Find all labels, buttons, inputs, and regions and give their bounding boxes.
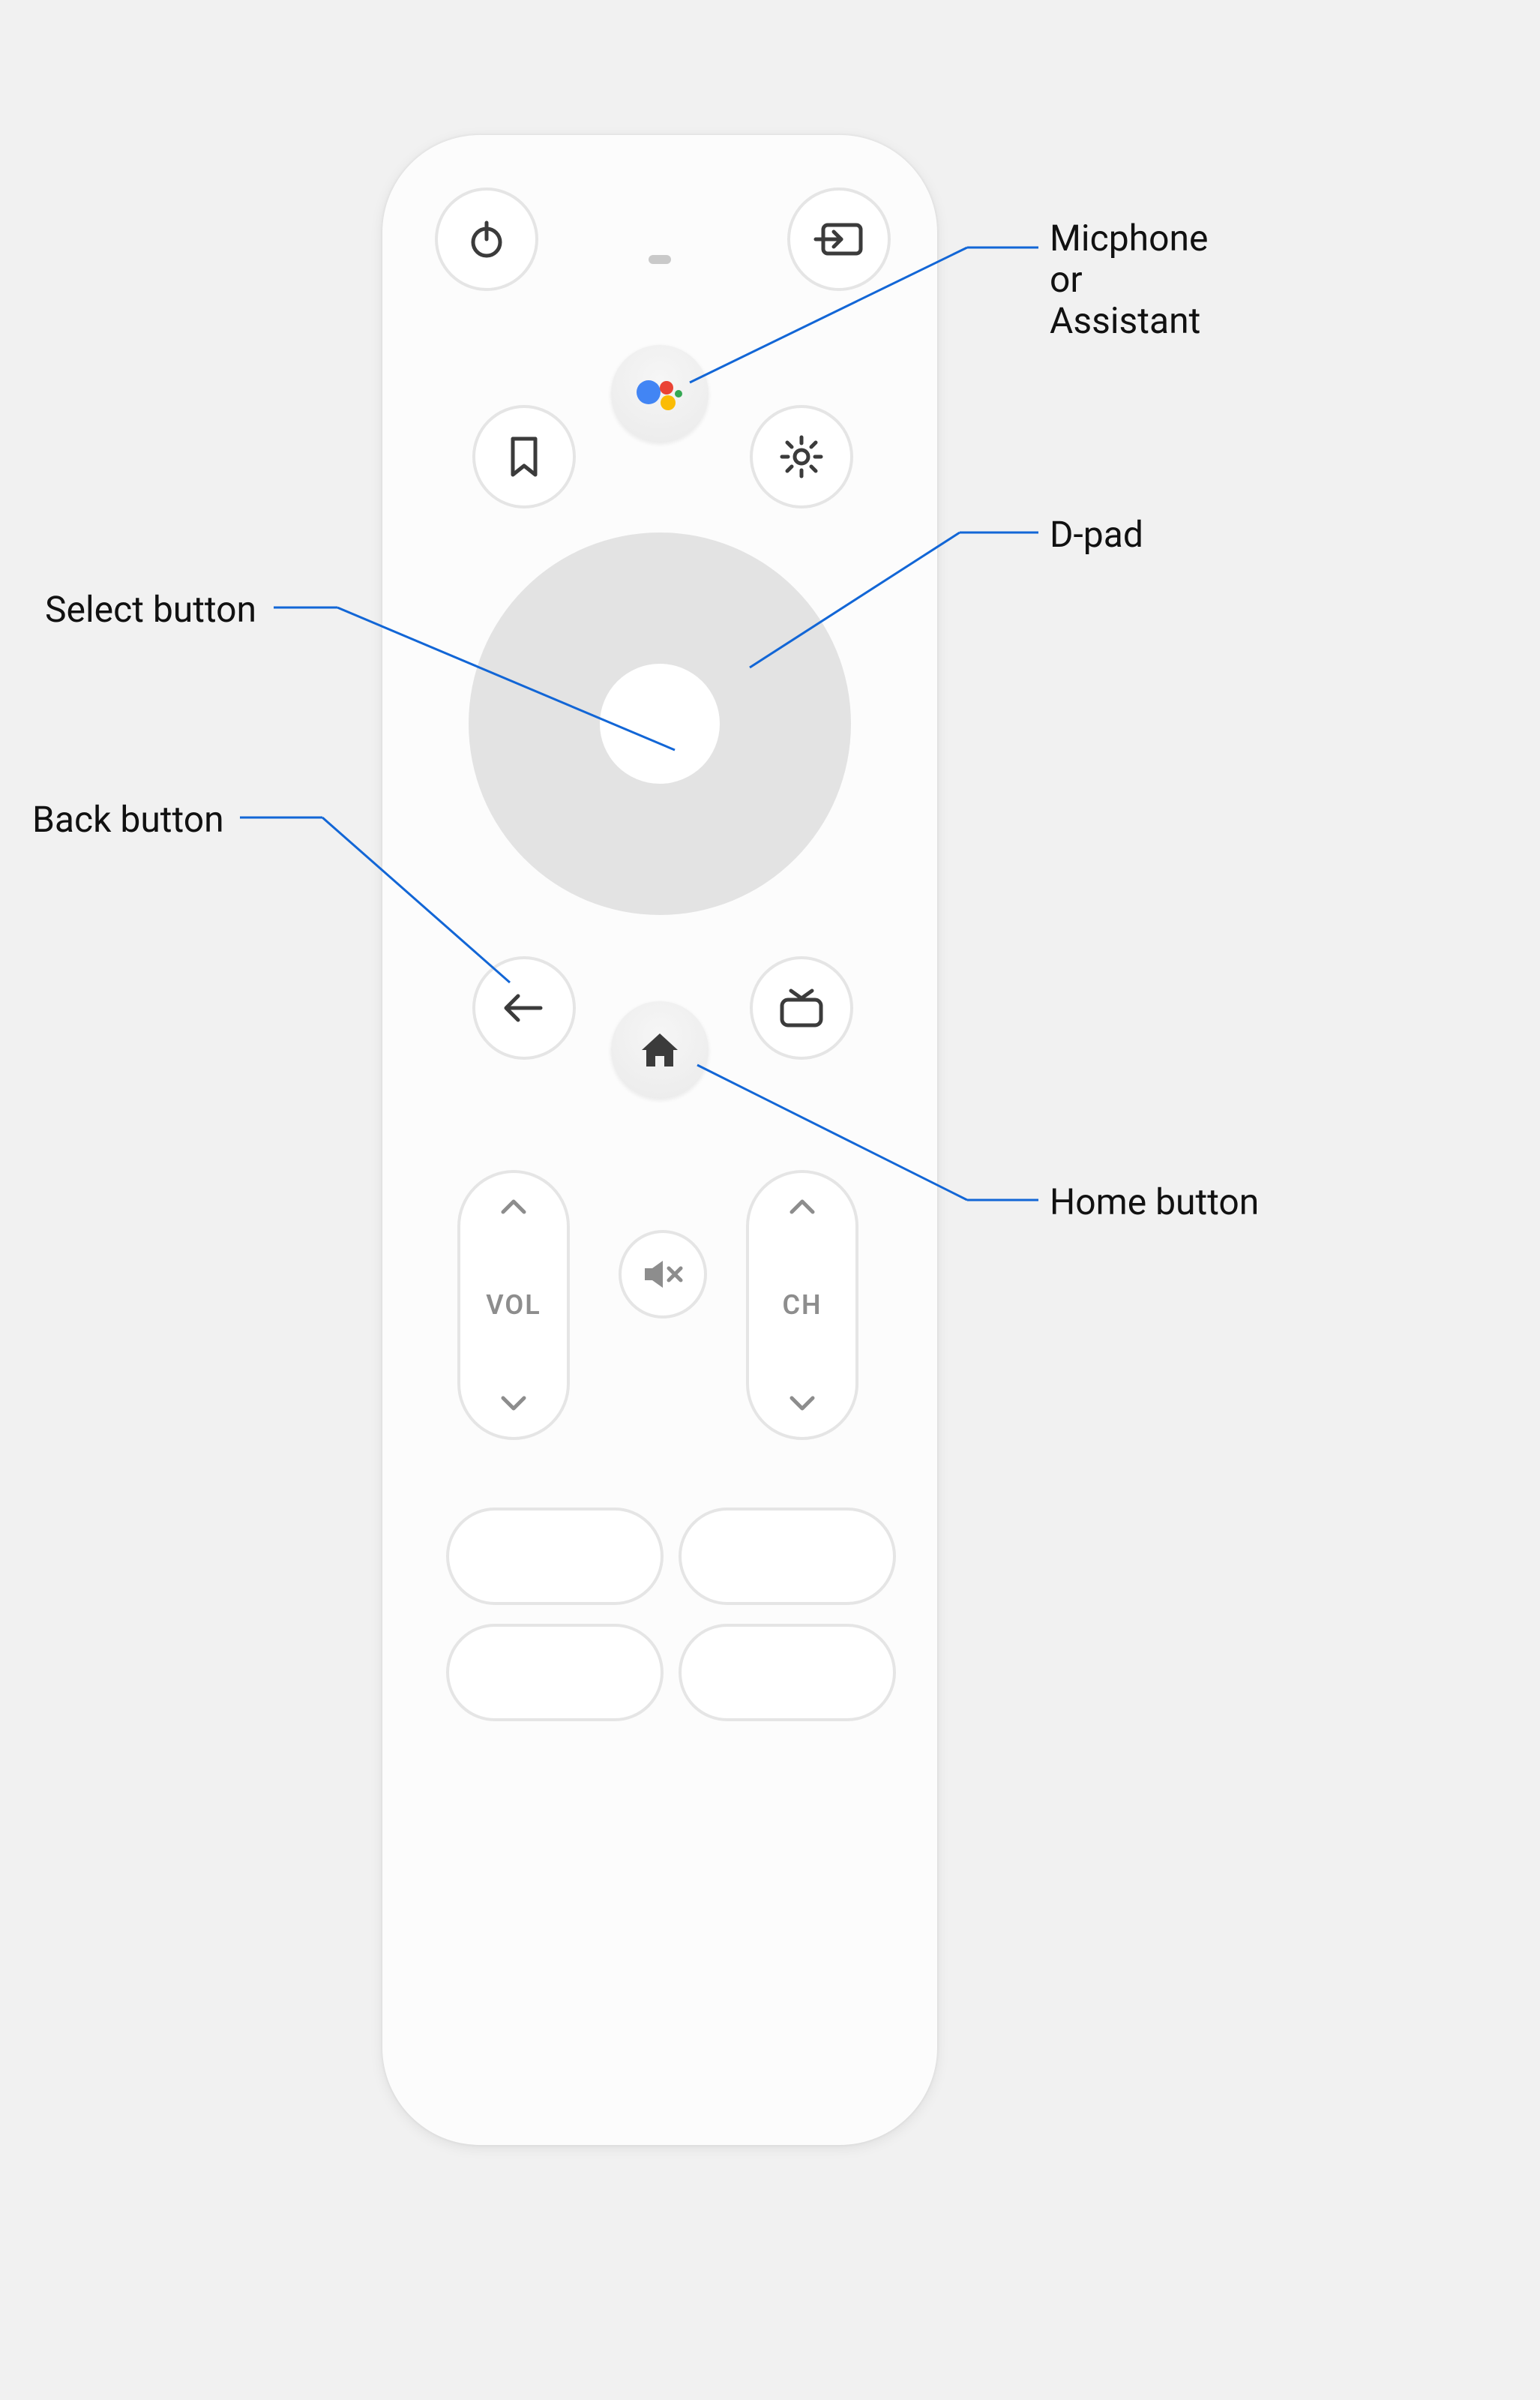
callout-back: Back button <box>32 799 224 840</box>
chevron-down-icon <box>499 1392 529 1414</box>
callout-home: Home button <box>1050 1181 1259 1222</box>
volume-rocker[interactable]: VOL <box>457 1170 570 1440</box>
diagram-stage: VOL CH <box>0 0 1540 2400</box>
back-arrow-icon <box>502 989 547 1027</box>
app-shortcut-1[interactable] <box>446 1508 664 1605</box>
input-source-button[interactable] <box>787 188 891 291</box>
tv-icon <box>777 988 825 1028</box>
remote-body: VOL CH <box>382 135 937 2145</box>
bookmark-icon <box>505 434 543 479</box>
volume-label: VOL <box>486 1289 541 1321</box>
assistant-button[interactable] <box>611 345 709 442</box>
input-source-icon <box>813 220 865 258</box>
app-shortcut-2[interactable] <box>679 1508 896 1605</box>
live-tv-button[interactable] <box>750 956 853 1060</box>
mute-icon <box>640 1258 685 1291</box>
app-shortcut-4[interactable] <box>679 1624 896 1721</box>
chevron-up-icon <box>499 1196 529 1218</box>
home-icon <box>637 1028 682 1072</box>
app-shortcut-3[interactable] <box>446 1624 664 1721</box>
power-icon <box>464 217 509 262</box>
gear-icon <box>779 434 824 479</box>
callout-dpad: D-pad <box>1050 514 1143 555</box>
callout-assistant: Micphone or Assistant <box>1050 218 1208 342</box>
home-button[interactable] <box>611 1001 709 1099</box>
microphone-led <box>649 255 671 264</box>
bookmark-button[interactable] <box>472 405 576 508</box>
power-button[interactable] <box>435 188 538 291</box>
select-button[interactable] <box>600 664 720 784</box>
chevron-up-icon <box>787 1196 817 1218</box>
channel-rocker[interactable]: CH <box>746 1170 858 1440</box>
assistant-icon <box>634 371 686 416</box>
mute-button[interactable] <box>619 1230 707 1318</box>
chevron-down-icon <box>787 1392 817 1414</box>
settings-button[interactable] <box>750 405 853 508</box>
channel-label: CH <box>782 1289 822 1321</box>
callout-select: Select button <box>45 589 256 630</box>
back-button[interactable] <box>472 956 576 1060</box>
